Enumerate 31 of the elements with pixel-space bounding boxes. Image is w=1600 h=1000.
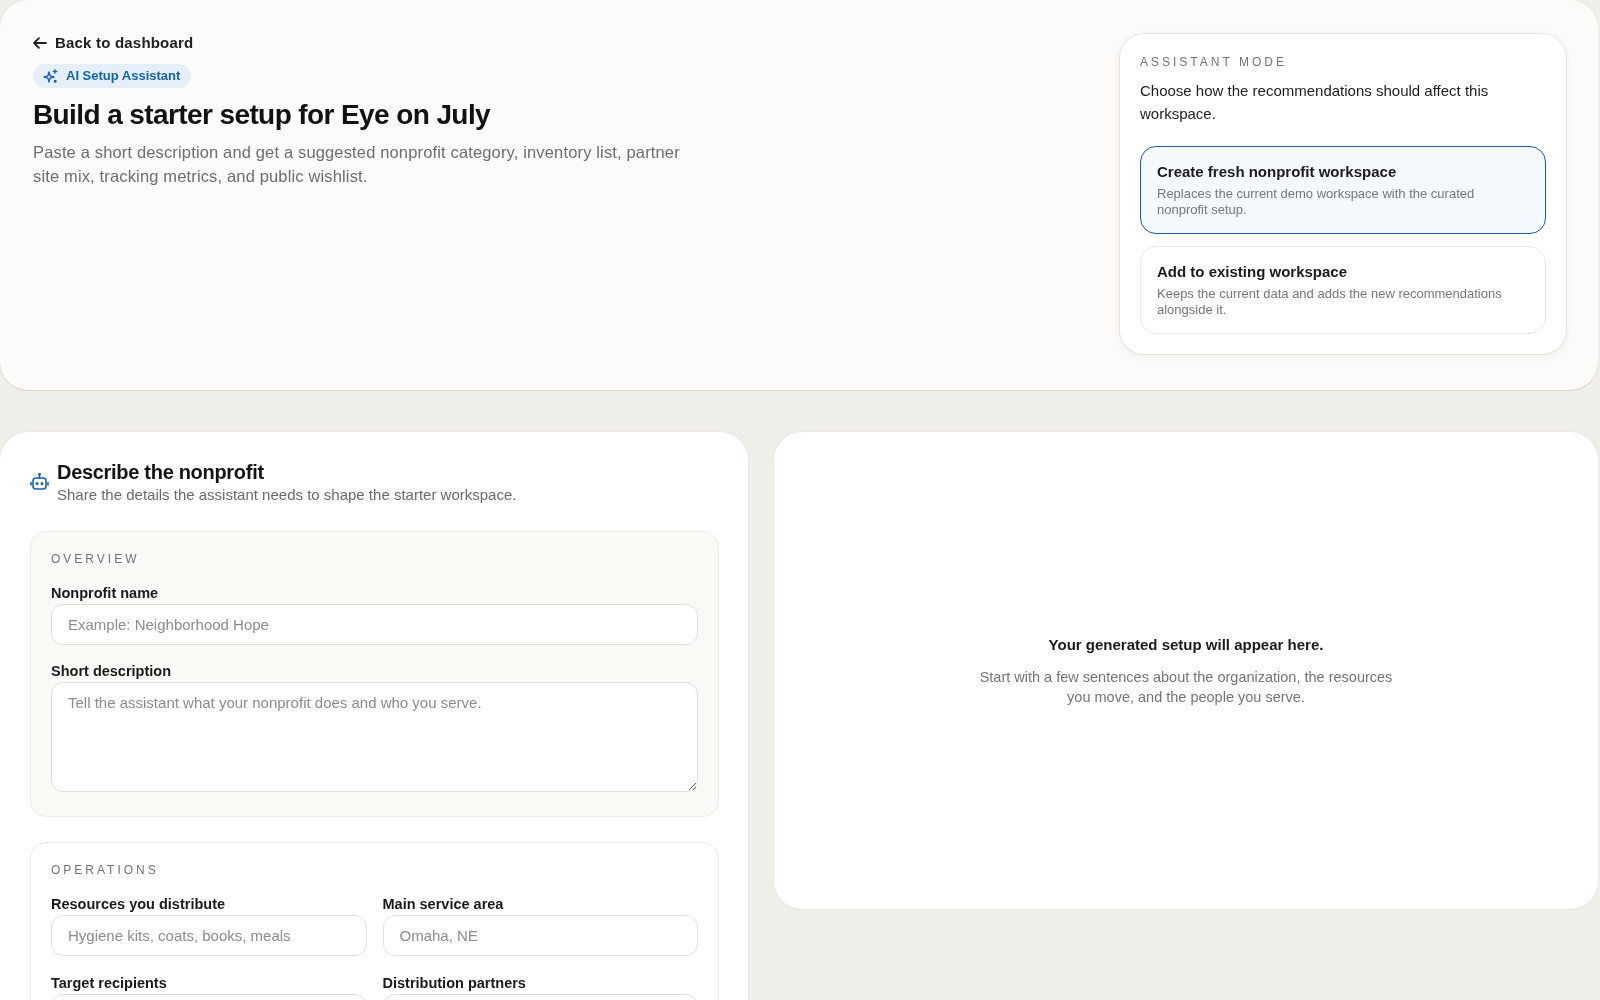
robot-icon [30, 472, 49, 491]
badge-label: AI Setup Assistant [66, 68, 181, 84]
option-title: Add to existing workspace [1157, 262, 1349, 282]
empty-state-message: Start with a few sentences about the organization, the resources you move, and the people you serve. [978, 667, 1394, 707]
field-label: Target recipients [51, 974, 168, 993]
field-label: Main service area [382, 895, 505, 914]
mode-option[interactable]: Add to existing workspace Keeps the current data and adds the new recommendations alongside it. [1140, 246, 1546, 334]
input-field[interactable]: Hygiene kits, coats, books, meals [51, 915, 367, 956]
section-heading: OPERATIONS [51, 862, 160, 878]
mode-option[interactable]: Create fresh nonprofit workspace Replaces the current demo workspace with the curated nonprofit setup. [1140, 146, 1546, 234]
input-field[interactable]: Omaha, NE [382, 915, 698, 956]
section-heading: OVERVIEW [51, 551, 141, 567]
empty-state-title: Your generated setup will appear here. [1048, 634, 1324, 655]
field-label: Short description [51, 662, 173, 681]
section-heading: ASSISTANT MODE [1140, 54, 1288, 70]
page-description: Paste a short description and get a suggested nonprofit category, inventory list, partner site mix, tracking metrics, and public wishlist. [33, 142, 681, 187]
mode-prompt: Choose how the recommendations should affect this workspace. [1140, 81, 1490, 124]
option-title: Create fresh nonprofit workspace [1157, 162, 1398, 182]
form-subtitle: Share the details the assistant needs to shape the starter workspace. [57, 485, 517, 505]
form-title: Describe the nonprofit [57, 460, 265, 484]
option-description: Replaces the current demo workspace with the curated nonprofit setup. [1157, 186, 1476, 218]
field-label: Resources you distribute [51, 895, 227, 914]
sparkle-icon [43, 68, 58, 84]
field-label: Nonprofit name [51, 584, 160, 603]
back-link[interactable]: Back to dashboard [33, 32, 194, 54]
option-description: Keeps the current data and adds the new recommendations alongside it. [1157, 286, 1503, 318]
arrow-left-icon [33, 36, 47, 50]
text-area-field[interactable]: Tell the assistant what your nonprofit does and who you serve. [51, 682, 698, 792]
input-field[interactable]: Example: Neighborhood Hope [51, 604, 698, 645]
page-title: Build a starter setup for Eye on July [33, 98, 491, 132]
field-label: Distribution partners [382, 974, 527, 993]
